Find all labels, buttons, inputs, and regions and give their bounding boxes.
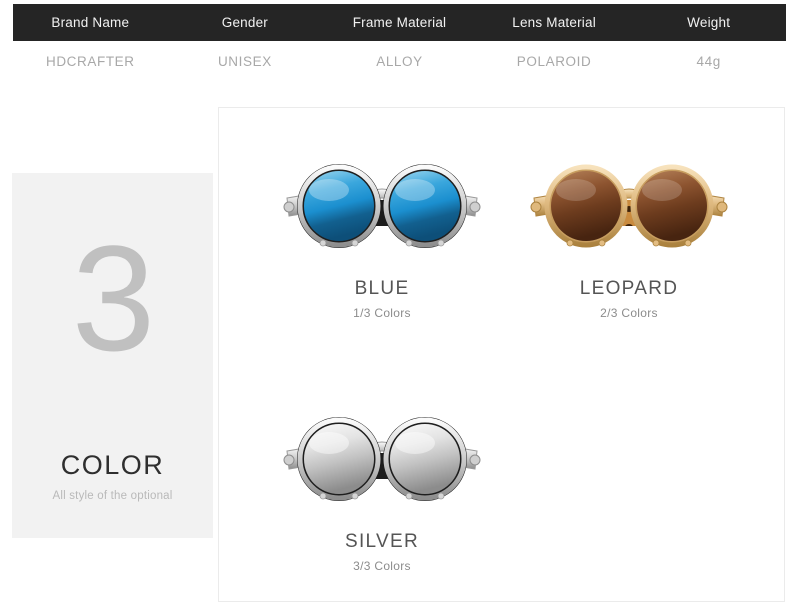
spec-value-frame-material: ALLOY xyxy=(376,53,423,69)
spec-value-lens-material: POLAROID xyxy=(516,53,592,69)
spec-table-header-row: Brand Name Gender Frame Material Lens Ma… xyxy=(13,4,786,41)
spec-header-brand-name: Brand Name xyxy=(51,15,130,30)
spec-value-gender: UNISEX xyxy=(217,53,272,69)
color-panel-title: COLOR xyxy=(60,450,165,480)
spec-value-brand-name: HDCRAFTER xyxy=(45,53,135,69)
product-variants-panel: BLUE 1/3 Colors LEOPARD 2/3 Colors SILVE… xyxy=(218,107,785,602)
product-count-blue: 1/3 Colors xyxy=(353,306,411,320)
sunglasses-icon xyxy=(283,164,481,248)
product-image-blue xyxy=(257,150,507,270)
product-card-silver[interactable]: SILVER 3/3 Colors xyxy=(257,403,507,573)
sunglasses-icon xyxy=(530,164,728,248)
product-card-blue[interactable]: BLUE 1/3 Colors xyxy=(257,150,507,320)
spec-table: Brand Name Gender Frame Material Lens Ma… xyxy=(13,4,786,81)
color-summary-panel: 3 COLOR All style of the optional xyxy=(12,173,213,538)
product-count-silver: 3/3 Colors xyxy=(353,559,411,573)
product-count-leopard: 2/3 Colors xyxy=(600,306,658,320)
product-name-silver: SILVER xyxy=(345,531,419,552)
product-name-leopard: LEOPARD xyxy=(579,278,679,299)
spec-header-weight: Weight xyxy=(687,15,731,30)
spec-header-lens-material: Lens Material xyxy=(512,15,596,30)
spec-header-gender: Gender xyxy=(221,15,268,30)
spec-value-weight: 44g xyxy=(696,53,721,69)
sunglasses-icon xyxy=(283,417,481,501)
product-image-leopard xyxy=(504,150,754,270)
spec-header-frame-material: Frame Material xyxy=(352,15,447,30)
product-image-silver xyxy=(257,403,507,523)
color-panel-subtitle: All style of the optional xyxy=(52,490,173,502)
color-count-number: 3 xyxy=(71,214,155,382)
product-name-blue: BLUE xyxy=(354,278,410,299)
spec-table-value-row: HDCRAFTER UNISEX ALLOY POLAROID 44g xyxy=(13,41,786,81)
product-card-leopard[interactable]: LEOPARD 2/3 Colors xyxy=(504,150,754,320)
